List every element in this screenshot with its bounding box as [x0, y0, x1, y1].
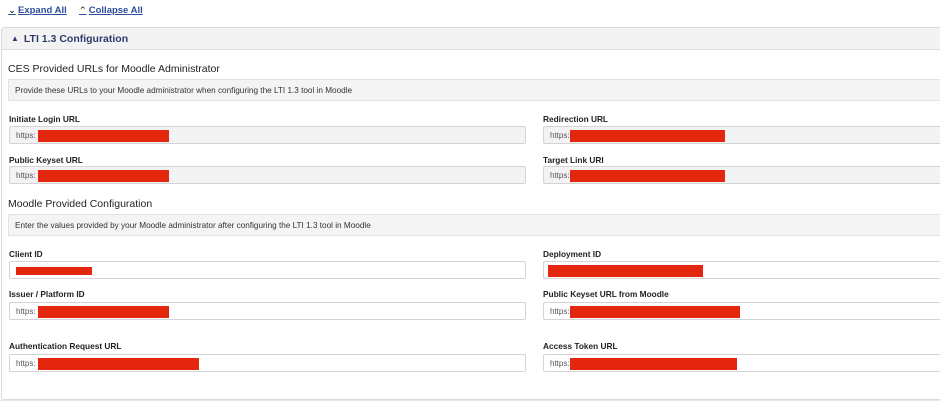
redaction-mark — [38, 170, 169, 182]
issuer-platform-id-value: https: — [16, 306, 36, 316]
redaction-mark — [570, 358, 737, 370]
client-id-input[interactable] — [9, 261, 526, 279]
target-link-uri-field[interactable]: https: — [543, 166, 940, 184]
panel-title: LTI 1.3 Configuration — [23, 32, 129, 45]
moodle-section-title: Moodle Provided Configuration — [8, 198, 153, 210]
redirection-url-field[interactable]: https: — [543, 126, 940, 144]
public-keyset-url-moodle-input[interactable]: https: — [543, 302, 940, 320]
initiate-login-url-field[interactable]: https: — [9, 126, 526, 144]
client-id-label: Client ID — [9, 249, 43, 259]
collapse-all-link[interactable]: ⌃ Collapse All — [79, 5, 143, 16]
expand-all-link[interactable]: ⌄ Expand All — [8, 5, 67, 16]
redaction-mark — [38, 130, 169, 142]
expand-collapse-toolbar: ⌄ Expand All ⌃ Collapse All — [8, 5, 143, 16]
expand-all-label: Expand All — [18, 5, 67, 16]
ces-section-title: CES Provided URLs for Moodle Administrat… — [8, 63, 220, 75]
auth-request-url-value: https: — [16, 358, 36, 368]
redaction-mark — [570, 306, 740, 318]
chevron-down-icon: ⌄ — [8, 5, 16, 15]
initiate-login-url-value: https: — [16, 130, 36, 140]
page-divider — [0, 400, 940, 401]
redirection-url-label: Redirection URL — [543, 114, 608, 124]
auth-request-url-input[interactable]: https: — [9, 354, 526, 372]
target-link-uri-label: Target Link URI — [543, 155, 604, 165]
issuer-platform-id-label: Issuer / Platform ID — [9, 289, 85, 299]
public-keyset-url-moodle-label: Public Keyset URL from Moodle — [543, 289, 669, 299]
access-token-url-input[interactable]: https: — [543, 354, 940, 372]
collapse-all-label: Collapse All — [88, 5, 143, 16]
redaction-mark — [38, 358, 199, 370]
redirection-url-value: https: — [550, 130, 570, 140]
ces-section-hint: Provide these URLs to your Moodle admini… — [8, 79, 940, 101]
access-token-url-label: Access Token URL — [543, 341, 618, 351]
caret-up-icon[interactable]: ▲ — [11, 34, 19, 43]
public-keyset-url-label: Public Keyset URL — [9, 155, 83, 165]
redaction-mark — [570, 130, 725, 142]
initiate-login-url-label: Initiate Login URL — [9, 114, 80, 124]
deployment-id-label: Deployment ID — [543, 249, 602, 259]
target-link-uri-value: https: — [550, 170, 570, 180]
chevron-up-icon: ⌃ — [78, 5, 87, 15]
public-keyset-url-moodle-value: https: — [550, 306, 570, 316]
issuer-platform-id-input[interactable]: https: — [9, 302, 526, 320]
public-keyset-url-value: https: — [16, 170, 36, 180]
redaction-mark — [38, 306, 169, 318]
panel-header[interactable]: ▲ LTI 1.3 Configuration — [2, 28, 940, 50]
redaction-mark — [548, 265, 703, 277]
moodle-section-hint: Enter the values provided by your Moodle… — [8, 214, 940, 236]
public-keyset-url-field[interactable]: https: — [9, 166, 526, 184]
auth-request-url-label: Authentication Request URL — [9, 341, 122, 351]
redaction-mark — [16, 267, 92, 275]
deployment-id-input[interactable] — [543, 261, 940, 279]
access-token-url-value: https: — [550, 358, 570, 368]
redaction-mark — [570, 170, 725, 182]
